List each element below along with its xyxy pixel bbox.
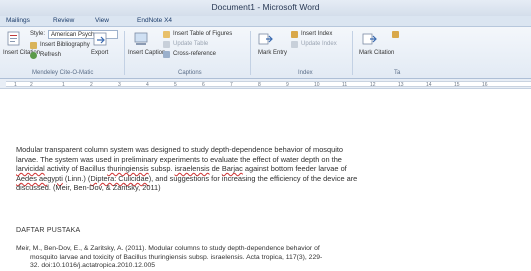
- abstract-paragraph[interactable]: Modular transparent column system was de…: [16, 145, 531, 193]
- ruler-number: 5: [174, 82, 177, 88]
- mark-entry-button[interactable]: Mark Entry: [258, 50, 287, 56]
- ruler-number: 11: [342, 82, 348, 88]
- bibliography-heading: DAFTAR PUSTAKA: [16, 227, 81, 234]
- misspelled-word[interactable]: Aedes aegypti: [16, 174, 63, 183]
- text-run: (Linn.) (: [62, 173, 91, 183]
- text-run: activity of Bacillus: [44, 164, 108, 174]
- captions-group-label: Captions: [178, 70, 202, 76]
- ruler-number: 15: [454, 82, 460, 88]
- ruler-number: 1: [62, 82, 65, 88]
- cross-reference-button[interactable]: Cross-reference: [173, 51, 216, 57]
- misspelled-word[interactable]: israelensis: [175, 164, 210, 173]
- ruler-number: 3: [118, 82, 121, 88]
- tab-mailings[interactable]: Mailings: [6, 17, 30, 24]
- cross-reference-icon: [163, 51, 170, 58]
- update-index-icon: [291, 41, 298, 48]
- insert-bibliography-button[interactable]: Insert Bibliography: [40, 42, 90, 48]
- ruler-number: 13: [398, 82, 404, 88]
- reference-entry[interactable]: Meir, M., Ben-Dov, E., & Zaritsky, A. (2…: [16, 245, 531, 271]
- misspelled-word[interactable]: thuringiensis: [107, 164, 149, 173]
- ruler: 1 2 1 2 3 4 5 6 7 8 9 10 11 12 13 14 15 …: [0, 79, 531, 89]
- insert-index-button[interactable]: Insert Index: [301, 31, 332, 37]
- ruler-number: 6: [202, 82, 205, 88]
- paragraph-line: discussed. (Meir, Ben-Dov, & Zaritsky, 2…: [16, 183, 161, 193]
- export-button[interactable]: Export: [91, 50, 108, 56]
- ruler-number: 1: [14, 82, 17, 88]
- mendeley-group-label: Mendeley Cite-O-Matic: [32, 70, 94, 76]
- refresh-icon: [30, 52, 37, 59]
- text-run: subsp.: [148, 164, 175, 174]
- table-group-label: Ta: [394, 70, 401, 76]
- refresh-button[interactable]: Refresh: [40, 52, 61, 58]
- style-label: Style:: [30, 31, 46, 37]
- paragraph-line: larvicidal activity of Bacillus thuringi…: [16, 164, 531, 174]
- text-run: against bottom feeder larvae of: [242, 164, 347, 174]
- ruler-number: 10: [314, 82, 320, 88]
- reference-line: mosquito larvae and toxicity of Bacillus…: [30, 253, 323, 261]
- window-title: Document1 - Microsoft Word: [211, 2, 320, 12]
- ruler-number: 14: [426, 82, 432, 88]
- insert-citation-icon[interactable]: [6, 31, 22, 47]
- paragraph-line: Aedes aegypti (Linn.) (Diptera: Culicida…: [16, 174, 531, 184]
- ruler-track[interactable]: 1 2 1 2 3 4 5 6 7 8 9 10 11 12 13 14 15 …: [6, 81, 531, 88]
- paragraph-line: larvae. The system was used in prelimina…: [16, 154, 342, 164]
- export-icon[interactable]: [92, 31, 108, 47]
- group-separator: [352, 31, 353, 75]
- mark-entry-icon[interactable]: [258, 31, 274, 47]
- index-group-label: Index: [298, 70, 313, 76]
- group-separator: [124, 31, 125, 75]
- group-separator: [250, 31, 251, 75]
- insert-caption-icon[interactable]: [133, 31, 149, 47]
- ruler-number: 8: [258, 82, 261, 88]
- tab-endnote[interactable]: EndNote X4: [137, 17, 172, 24]
- tab-view[interactable]: View: [95, 17, 109, 24]
- text-run: ), and suggestions for increasing the ef…: [148, 173, 358, 183]
- table-of-figures-icon: [163, 31, 170, 38]
- paragraph-line: Modular transparent column system was de…: [16, 145, 344, 154]
- tab-review[interactable]: Review: [53, 17, 74, 24]
- reference-line: Meir, M., Ben-Dov, E., & Zaritsky, A. (2…: [16, 245, 320, 252]
- mark-citation-button[interactable]: Mark Citation: [359, 50, 394, 56]
- update-index-button[interactable]: Update Index: [301, 41, 337, 47]
- ruler-number: 2: [30, 82, 33, 88]
- bibliography-icon: [30, 42, 37, 49]
- insert-index-icon: [291, 31, 298, 38]
- table-of-authorities-icon: [392, 31, 399, 38]
- ruler-number: 7: [230, 82, 233, 88]
- ruler-number: 12: [370, 82, 376, 88]
- text-run: de: [209, 164, 222, 174]
- update-table-icon: [163, 41, 170, 48]
- update-table-button[interactable]: Update Table: [173, 41, 208, 47]
- misspelled-word[interactable]: larvicidal: [16, 164, 45, 173]
- ruler-number: 4: [146, 82, 149, 88]
- ruler-number: 16: [482, 82, 488, 88]
- ribbon: Insert Citation Style: American Psych...…: [0, 27, 531, 79]
- ruler-number: 9: [286, 82, 289, 88]
- ribbon-tabs: Mailings Review View EndNote X4: [0, 16, 531, 27]
- reference-line: 32. doi:10.1016/j.actatropica.2010.12.00…: [30, 262, 156, 270]
- mark-citation-icon[interactable]: [362, 31, 378, 47]
- title-bar: Document1 - Microsoft Word: [0, 0, 531, 16]
- misspelled-word[interactable]: Diptera: Culicidae: [90, 174, 148, 183]
- insert-table-of-figures-button[interactable]: Insert Table of Figures: [173, 31, 232, 37]
- insert-caption-button[interactable]: Insert Caption: [128, 50, 165, 56]
- misspelled-word[interactable]: Barjac: [222, 164, 243, 173]
- ruler-number: 2: [90, 82, 93, 88]
- document-page[interactable]: Modular transparent column system was de…: [0, 90, 531, 271]
